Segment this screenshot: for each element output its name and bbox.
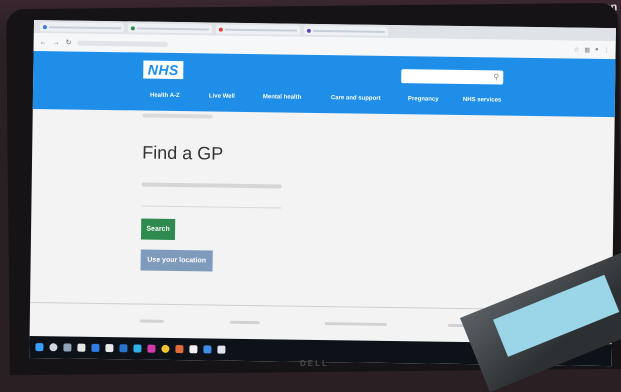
favicon-icon [42,24,47,29]
page-title: Find a GP [142,142,224,164]
nhs-header: NHS ⚲ Health A-Z Live Well Mental health… [32,50,616,118]
photos-icon[interactable] [147,344,156,353]
forward-icon[interactable]: → [53,39,60,46]
extensions-icon[interactable]: ▦ [584,46,590,53]
favicon-icon [306,28,311,33]
browser-tab[interactable] [39,22,124,33]
nav-nhs-services[interactable]: NHS services [463,97,501,104]
site-search-input[interactable]: ⚲ [401,69,504,85]
nav-pregnancy[interactable]: Pregnancy [408,96,439,102]
favicon-icon [130,25,135,30]
camera-icon[interactable] [217,345,226,354]
browser-tab[interactable] [215,24,300,35]
search-icon[interactable] [49,343,58,352]
use-location-button[interactable]: Use your location [140,249,213,272]
favicon-icon [218,27,223,32]
store-icon[interactable] [119,344,128,353]
postcode-input[interactable] [141,199,282,209]
reload-icon[interactable]: ↻ [66,38,72,46]
task-view-icon[interactable] [63,343,72,352]
url-field[interactable] [77,40,168,47]
search-button[interactable]: Search [140,218,176,240]
menu-icon[interactable]: ⋮ [604,46,610,53]
search-hint-text [141,182,282,189]
files-icon[interactable] [105,344,114,353]
browser-tab[interactable] [127,23,212,34]
nhs-logo[interactable]: NHS [143,60,184,80]
bookmark-icon[interactable]: ☆ [574,46,579,53]
teams-icon[interactable] [91,343,100,352]
chrome-icon[interactable] [161,344,170,353]
outlook-icon[interactable] [203,345,212,354]
browser-toolbar-icons: ☆ ▦ ● ⋮ [574,46,610,53]
nav-mental-health[interactable]: Mental health [263,94,301,101]
footer-link[interactable] [229,320,260,325]
back-icon[interactable]: ← [40,39,47,46]
breadcrumb[interactable] [142,113,213,119]
nav-live-well[interactable]: Live Well [209,93,235,99]
search-icon[interactable]: ⚲ [493,72,499,81]
monitor-brand-logo: DELL [300,359,329,368]
settings-icon[interactable] [175,345,184,354]
nav-care-and-support[interactable]: Care and support [331,95,381,102]
footer-link[interactable] [324,322,387,326]
main-nav: Health A-Z Live Well Mental health Care … [33,91,615,104]
browser-tab[interactable] [303,25,388,36]
nav-health-a-z[interactable]: Health A-Z [150,93,180,99]
word-icon[interactable] [189,345,198,354]
profile-icon[interactable]: ● [595,46,599,53]
windows-icon[interactable] [35,343,44,352]
mail-icon[interactable] [133,344,142,353]
footer-link[interactable] [139,319,164,323]
edge-icon[interactable] [77,343,86,352]
